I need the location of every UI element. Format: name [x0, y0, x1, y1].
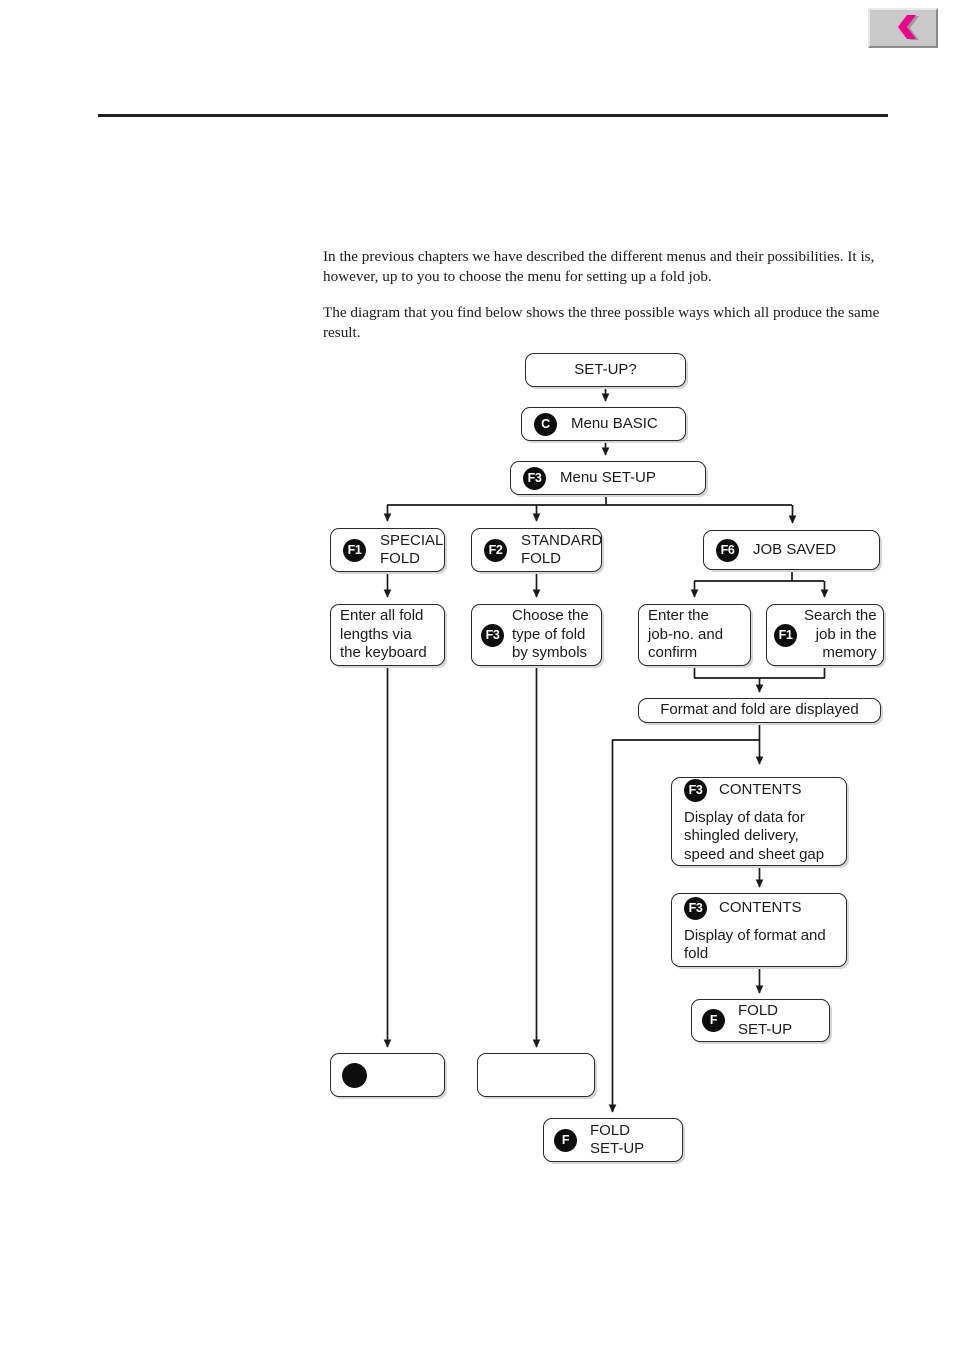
- node-fold-setup-right[interactable]: F FOLD SET-UP: [691, 999, 830, 1042]
- key-badge-f3: F3: [684, 778, 707, 802]
- key-badge-blank: [342, 1062, 367, 1088]
- node-enter-job-number[interactable]: Enter the job-no. and confirm: [638, 604, 751, 666]
- key-badge-c: C: [534, 412, 557, 436]
- node-menu-setup[interactable]: F3 Menu SET-UP: [510, 461, 706, 495]
- node-label: Enter the job-no. and confirm: [648, 607, 724, 662]
- key-badge-f2: F2: [484, 538, 507, 562]
- node-choose-fold-type[interactable]: F3 Choose the type of fold by symbols: [471, 604, 602, 666]
- node-end-terminal-middle[interactable]: [477, 1053, 595, 1097]
- node-description: Display of format and fold: [684, 926, 826, 963]
- node-label: Choose the type of fold by symbols: [512, 607, 589, 662]
- setup-flowchart: SET-UP? C Menu BASIC F3 Menu SET-UP F1 S…: [0, 0, 954, 1351]
- node-fold-setup-bottom[interactable]: F FOLD SET-UP: [543, 1118, 683, 1162]
- key-badge-f3: F3: [481, 623, 504, 647]
- node-title: CONTENTS: [719, 898, 802, 916]
- node-label: JOB SAVED: [753, 540, 837, 558]
- node-label: Menu SET-UP: [560, 468, 656, 486]
- node-contents-data[interactable]: F3 CONTENTS Display of data for shingled…: [671, 777, 847, 866]
- key-badge-f3: F3: [523, 466, 546, 490]
- node-search-job-memory[interactable]: F1 Search the job in the memory: [766, 604, 884, 666]
- node-label: Format and fold are displayed: [660, 701, 859, 719]
- node-label: Search the job in the memory: [804, 607, 877, 662]
- node-enter-fold-lengths[interactable]: Enter all fold lengths via the keyboard: [330, 604, 445, 666]
- node-menu-basic[interactable]: C Menu BASIC: [521, 407, 686, 441]
- node-special-fold[interactable]: F1 SPECIAL FOLD: [330, 528, 445, 572]
- node-label: STANDARD FOLD: [521, 531, 603, 568]
- node-setup-question[interactable]: SET-UP?: [525, 353, 686, 387]
- node-standard-fold[interactable]: F2 STANDARD FOLD: [471, 528, 602, 572]
- node-title: CONTENTS: [719, 781, 802, 798]
- key-badge-f: F: [702, 1009, 725, 1032]
- node-format-and-fold-displayed[interactable]: Format and fold are displayed: [638, 698, 881, 723]
- node-contents-format[interactable]: F3 CONTENTS Display of format and fold: [671, 893, 847, 967]
- node-description: Display of data for shingled delivery, s…: [684, 808, 825, 863]
- key-badge-f3: F3: [684, 896, 707, 920]
- node-label: FOLD SET-UP: [738, 1002, 793, 1038]
- node-label: FOLD SET-UP: [590, 1121, 645, 1158]
- node-label: SET-UP?: [574, 360, 637, 378]
- key-badge-f1: F1: [343, 538, 366, 562]
- flowchart-connectors: [383, 387, 829, 1113]
- node-label: Enter all fold lengths via the keyboard: [340, 607, 427, 662]
- key-badge-f: F: [554, 1128, 577, 1152]
- key-badge-f6: F6: [716, 538, 739, 562]
- key-badge-f1: F1: [774, 623, 797, 647]
- node-end-terminal-left[interactable]: [330, 1053, 445, 1097]
- node-job-saved[interactable]: F6 JOB SAVED: [703, 530, 880, 570]
- node-label: Menu BASIC: [571, 414, 658, 432]
- node-label: SPECIAL FOLD: [380, 531, 444, 568]
